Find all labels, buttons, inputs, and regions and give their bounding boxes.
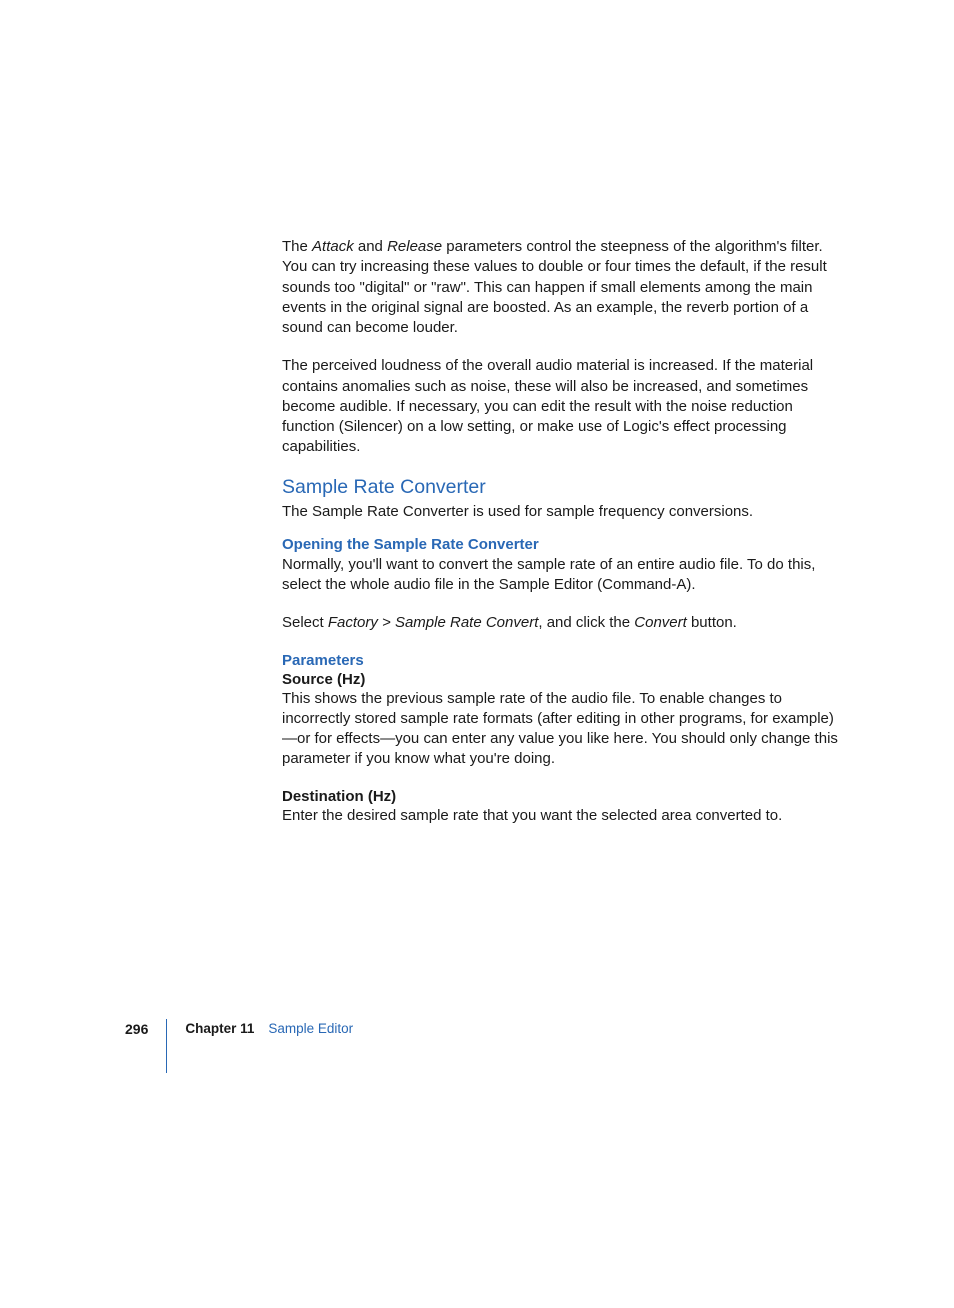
paragraph: Enter the desired sample rate that you w… bbox=[282, 806, 842, 826]
paragraph: Select Factory > Sample Rate Convert, an… bbox=[282, 613, 842, 633]
footer-divider bbox=[166, 1019, 167, 1073]
text: and bbox=[354, 238, 387, 255]
text: Select bbox=[282, 614, 328, 631]
text-italic: Attack bbox=[312, 238, 354, 255]
parameter-label: Destination (Hz) bbox=[282, 788, 842, 805]
paragraph: Normally, you'll want to convert the sam… bbox=[282, 555, 842, 596]
text-italic: Convert bbox=[634, 614, 687, 631]
text: , and click the bbox=[538, 614, 634, 631]
page-number: 296 bbox=[125, 1020, 148, 1073]
page-footer: 296 Chapter 11 Sample Editor bbox=[125, 1020, 353, 1073]
text-italic: Factory > Sample Rate Convert bbox=[328, 614, 539, 631]
text-italic: Release bbox=[387, 238, 442, 255]
chapter-name: Sample Editor bbox=[268, 1020, 353, 1073]
sub-heading: Opening the Sample Rate Converter bbox=[282, 536, 842, 553]
sub-heading: Parameters bbox=[282, 652, 842, 669]
paragraph: The Sample Rate Converter is used for sa… bbox=[282, 502, 842, 522]
paragraph: This shows the previous sample rate of t… bbox=[282, 689, 842, 770]
chapter-label: Chapter 11 bbox=[185, 1020, 254, 1073]
text: The bbox=[282, 238, 312, 255]
page-content: The Attack and Release parameters contro… bbox=[282, 237, 842, 844]
text: button. bbox=[687, 614, 737, 631]
paragraph: The Attack and Release parameters contro… bbox=[282, 237, 842, 338]
section-heading: Sample Rate Converter bbox=[282, 476, 842, 499]
parameter-label: Source (Hz) bbox=[282, 671, 842, 688]
paragraph: The perceived loudness of the overall au… bbox=[282, 356, 842, 457]
